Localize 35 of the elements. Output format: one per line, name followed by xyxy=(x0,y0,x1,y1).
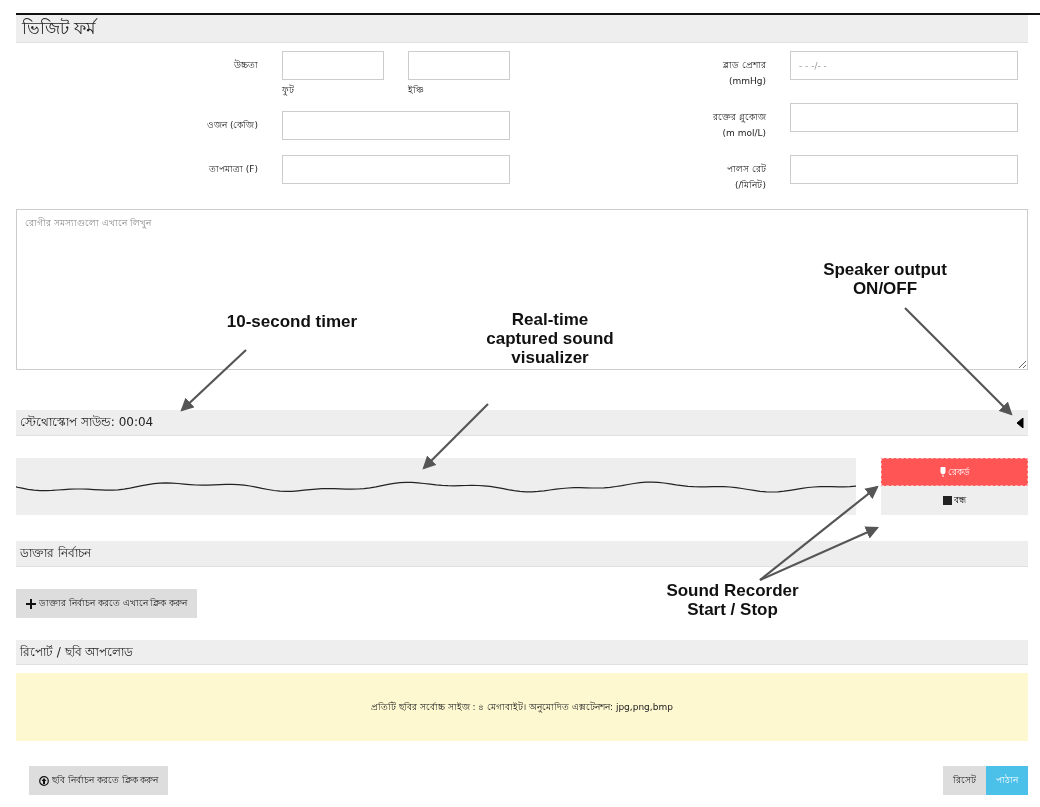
select-doctor-button[interactable]: ডাক্তার নির্বাচন করতে এখানে ক্লিক করুন xyxy=(16,589,198,618)
field-label: তাপমাত্রা (F) xyxy=(207,163,258,176)
unit-label: ইঞ্চি xyxy=(408,84,425,97)
reset-button[interactable]: রিসেট xyxy=(943,766,986,795)
timer-label: স্টেথোস্কোপ সাউন্ড: 00:04 xyxy=(20,413,154,431)
form-title: ভিজিট ফর্ম xyxy=(16,15,1028,43)
section-heading: রিপোর্ট / ছবি আপলোড xyxy=(16,640,1028,665)
upload-button[interactable]: ছবি নির্বাচন করতে ক্লিক করুন xyxy=(29,766,169,795)
field-label: ওজন (কেজি) xyxy=(206,119,258,132)
microphone-icon xyxy=(939,467,946,477)
speaker-icon[interactable] xyxy=(1016,417,1024,428)
field-label: রক্তের গ্লুকোজ (m mol/L) xyxy=(712,111,766,140)
input-field[interactable] xyxy=(282,51,384,80)
input-field[interactable] xyxy=(790,155,1018,184)
upload-icon xyxy=(39,775,49,786)
input-field[interactable] xyxy=(790,103,1018,132)
section-heading: ডাক্তার নির্বাচন xyxy=(16,541,1028,567)
field-label: পালস রেট (/মিনিট) xyxy=(726,162,766,192)
annotation-text: Real-time captured sound visualizer xyxy=(485,310,615,367)
annotation-arrow xyxy=(422,403,489,470)
input-field[interactable]: - - -/- - xyxy=(790,51,1018,80)
unit-label: ফুট xyxy=(282,83,295,98)
notice-text: প্রতিটি ছবির সর্বোচ্চ সাইজ : ৪ মেগাবাইট। অনুমোদিত এক্সটেনশন: jpg,png,bmp xyxy=(371,700,673,715)
input-field[interactable] xyxy=(282,155,510,184)
input-field[interactable] xyxy=(408,51,510,80)
input-field[interactable] xyxy=(282,111,510,140)
annotation-arrow xyxy=(180,349,247,412)
annotation-text: 10-second timer xyxy=(225,312,359,331)
stop-icon xyxy=(943,496,952,505)
annotation-text: Speaker output ON/OFF xyxy=(822,260,948,298)
field-label: উচ্চতা xyxy=(233,58,258,72)
annotation-text: Sound Recorder Start / Stop xyxy=(665,581,800,619)
field-label: ব্লাড প্রেশার (mmHg) xyxy=(722,59,766,88)
plus-icon xyxy=(26,598,36,609)
stop-button[interactable]: বন্ধ xyxy=(881,486,1028,515)
